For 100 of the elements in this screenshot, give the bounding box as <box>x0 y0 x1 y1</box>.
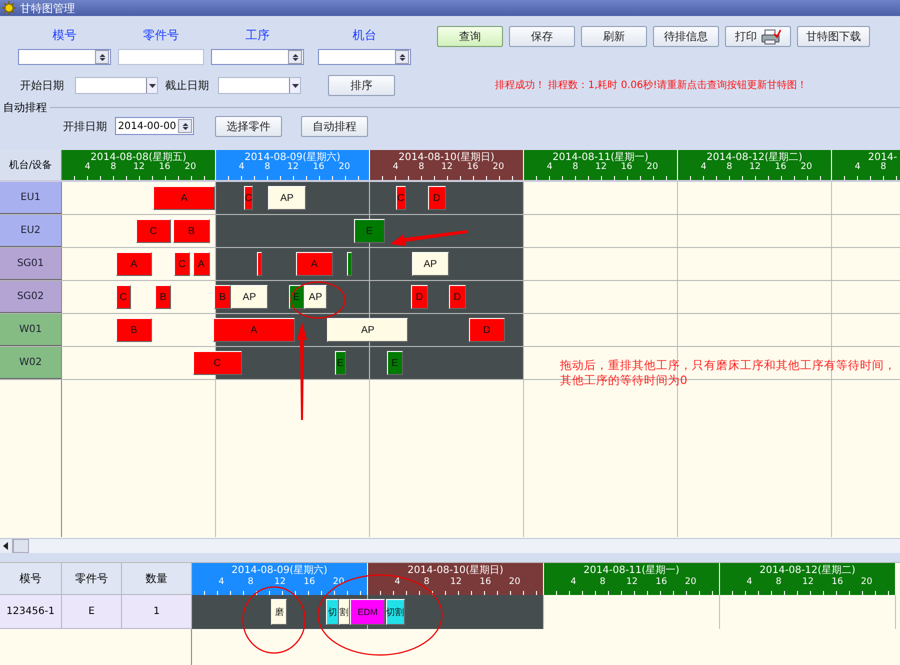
hour-label: 8 <box>572 162 578 172</box>
task-bar[interactable] <box>257 252 262 276</box>
task-bar[interactable]: C <box>244 186 254 210</box>
dropdown-field[interactable] <box>318 49 411 65</box>
hour-label: 8 <box>248 577 254 587</box>
hour-label: 8 <box>264 162 270 172</box>
task-bar[interactable]: D <box>411 285 428 309</box>
hour-label: 12 <box>595 162 607 172</box>
date-field[interactable] <box>218 76 301 94</box>
date-label: 截止日期 <box>165 78 209 92</box>
task-bar[interactable]: A <box>116 252 152 276</box>
machine-label: W01 <box>0 314 62 346</box>
hour-label: 16 <box>312 162 324 172</box>
hour-label: 8 <box>418 162 424 172</box>
date-spinner[interactable]: 2014-00-00 <box>115 117 194 135</box>
task-bar[interactable]: A <box>296 252 333 276</box>
sort-button[interactable]: 排序 <box>328 74 395 96</box>
toolbar-button[interactable]: 刷新 <box>581 26 647 47</box>
day-label: 2014-08-08(星期五) <box>90 152 186 163</box>
table-cell: 1 <box>122 595 192 629</box>
machine-label: EU2 <box>0 215 62 247</box>
task-bar[interactable]: B <box>155 285 172 309</box>
toolbar-button[interactable]: 待排信息 <box>653 26 719 47</box>
task-bar[interactable]: AP <box>230 285 268 309</box>
task-bar[interactable]: A <box>153 186 216 210</box>
hour-label: 8 <box>424 577 430 587</box>
scrollbar-thumb[interactable] <box>13 539 29 553</box>
task-bar[interactable]: E <box>386 351 403 375</box>
window-title: 甘特图管理 <box>20 0 75 16</box>
task-bar[interactable]: AP <box>327 318 408 342</box>
hour-label: 4 <box>746 577 752 587</box>
hour-label: 8 <box>726 162 732 172</box>
table-cell: E <box>62 595 122 629</box>
hour-label: 4 <box>238 162 245 172</box>
hour-label: 16 <box>620 162 632 172</box>
hour-label: 4 <box>392 162 399 172</box>
hour-label: 4 <box>570 577 576 587</box>
horizontal-scrollbar[interactable] <box>0 538 900 553</box>
task-bar[interactable]: 切 <box>326 599 339 625</box>
toolbar-button[interactable]: 打印 <box>725 26 791 47</box>
task-bar[interactable]: E <box>354 219 385 243</box>
day-label: 2014-08-10(星期日) <box>408 565 504 576</box>
task-bar[interactable]: 割 <box>338 599 350 625</box>
task-bar[interactable]: D <box>448 285 466 309</box>
task-bar[interactable]: B <box>173 219 210 243</box>
dropdown-field[interactable] <box>18 49 111 65</box>
date-label: 开始日期 <box>20 78 64 92</box>
task-bar[interactable]: 磨 <box>271 599 288 625</box>
task-bar[interactable]: B <box>116 318 152 342</box>
day-label: 2014-08-09(星期六) <box>244 152 340 163</box>
spinner-icon <box>98 52 106 62</box>
hour-label: 8 <box>110 162 116 172</box>
hour-label: 20 <box>860 577 872 587</box>
day-label: 2014- <box>868 152 898 163</box>
hour-label: 20 <box>492 162 504 172</box>
machine-label: SG01 <box>0 248 62 280</box>
hour-label: 20 <box>684 577 696 587</box>
hour-label: 16 <box>774 162 786 172</box>
status-message: 排程成功！ 排程数：1,耗时 0.06秒!请重新点击查询按钮更新甘特图！ <box>495 78 808 92</box>
task-bar[interactable]: AP <box>412 252 449 276</box>
hour-label: 16 <box>304 577 316 587</box>
task-bar[interactable]: C <box>192 351 242 375</box>
column-header: 数量 <box>122 563 192 595</box>
toolbar-button[interactable]: 保存 <box>509 26 575 47</box>
task-bar[interactable]: C <box>174 252 190 276</box>
date-field[interactable] <box>75 76 158 94</box>
day-label: 2014-08-11(星期一) <box>584 565 680 576</box>
table-cell: 123456-1 <box>0 595 62 629</box>
task-bar[interactable]: B <box>214 285 231 309</box>
task-bar[interactable] <box>346 252 352 276</box>
annotation-ellipse <box>242 586 306 654</box>
task-bar[interactable]: E <box>334 351 346 375</box>
task-bar[interactable]: C <box>116 285 131 309</box>
task-bar[interactable]: AP <box>268 186 306 210</box>
left-arrow-icon <box>2 542 10 550</box>
task-bar[interactable]: E <box>289 285 304 309</box>
spinner-icon <box>290 52 300 62</box>
column-header: 零件号 <box>62 563 122 595</box>
action-button[interactable]: 选择零件 <box>215 116 282 136</box>
task-bar[interactable]: C <box>136 219 172 243</box>
task-bar[interactable]: C <box>396 186 406 210</box>
task-bar[interactable]: A <box>192 252 210 276</box>
dropdown-field[interactable] <box>211 49 304 65</box>
task-bar[interactable]: A <box>212 318 295 342</box>
machine-label: SG02 <box>0 281 62 313</box>
column-header: 模号 <box>0 563 62 595</box>
toolbar-button[interactable]: 甘特图下载 <box>797 26 870 47</box>
hour-label: 20 <box>508 577 520 587</box>
spinner-icon <box>180 122 190 130</box>
hour-label: 20 <box>184 162 196 172</box>
day-label: 2014-08-12(星期二) <box>760 565 856 576</box>
task-bar[interactable]: D <box>428 186 446 210</box>
task-bar[interactable]: AP <box>304 285 327 309</box>
task-bar[interactable]: EDM <box>350 599 385 625</box>
task-bar[interactable]: D <box>468 318 505 342</box>
action-button[interactable]: 自动排程 <box>301 116 368 136</box>
filter-label: 工序 <box>246 27 270 41</box>
toolbar-button[interactable]: 查询 <box>437 26 503 47</box>
input-field[interactable] <box>118 49 204 65</box>
filter-label: 机台 <box>352 27 376 41</box>
